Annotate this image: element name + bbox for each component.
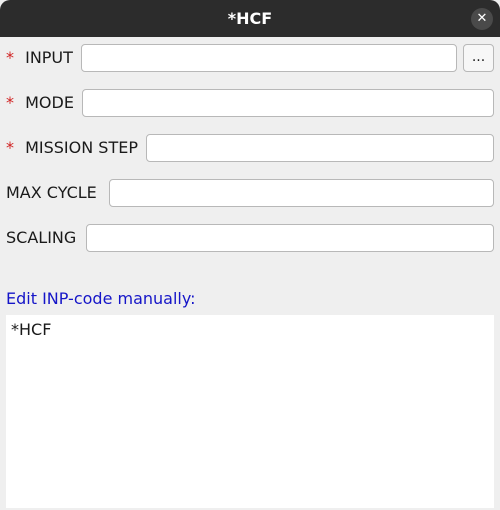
window-title: *HCF: [227, 9, 273, 28]
browse-button[interactable]: ...: [463, 44, 494, 72]
input-field[interactable]: [81, 44, 457, 72]
required-mark: *: [6, 93, 14, 112]
scaling-label: SCALING: [6, 228, 77, 247]
required-mark: *: [6, 138, 14, 157]
mission-step-label: MISSION STEP: [25, 138, 138, 157]
input-label-group: * INPUT: [6, 43, 73, 73]
mode-label-group: * MODE: [6, 88, 74, 118]
required-mark: *: [6, 48, 14, 67]
mode-label: MODE: [25, 93, 74, 112]
mission-step-field[interactable]: [146, 134, 494, 162]
inp-code-editor[interactable]: *HCF: [6, 315, 494, 508]
hcf-dialog: *HCF ✕ * INPUT ... * MODE * MISSION STEP…: [0, 0, 500, 510]
title-bar: *HCF ✕: [0, 0, 500, 37]
mode-field[interactable]: [82, 89, 494, 117]
mission-step-row: * MISSION STEP: [0, 133, 500, 163]
close-button[interactable]: ✕: [471, 8, 493, 30]
max-cycle-label: MAX CYCLE: [6, 183, 97, 202]
max-cycle-row: MAX CYCLE: [0, 178, 500, 208]
max-cycle-field[interactable]: [109, 179, 494, 207]
input-label: INPUT: [25, 48, 73, 67]
mission-step-label-group: * MISSION STEP: [6, 133, 138, 163]
mode-row: * MODE: [0, 88, 500, 118]
close-icon: ✕: [476, 11, 488, 26]
input-row: * INPUT ...: [0, 43, 500, 73]
scaling-row: SCALING: [0, 223, 500, 253]
edit-inp-code-label: Edit INP-code manually:: [6, 289, 196, 308]
scaling-field[interactable]: [86, 224, 494, 252]
